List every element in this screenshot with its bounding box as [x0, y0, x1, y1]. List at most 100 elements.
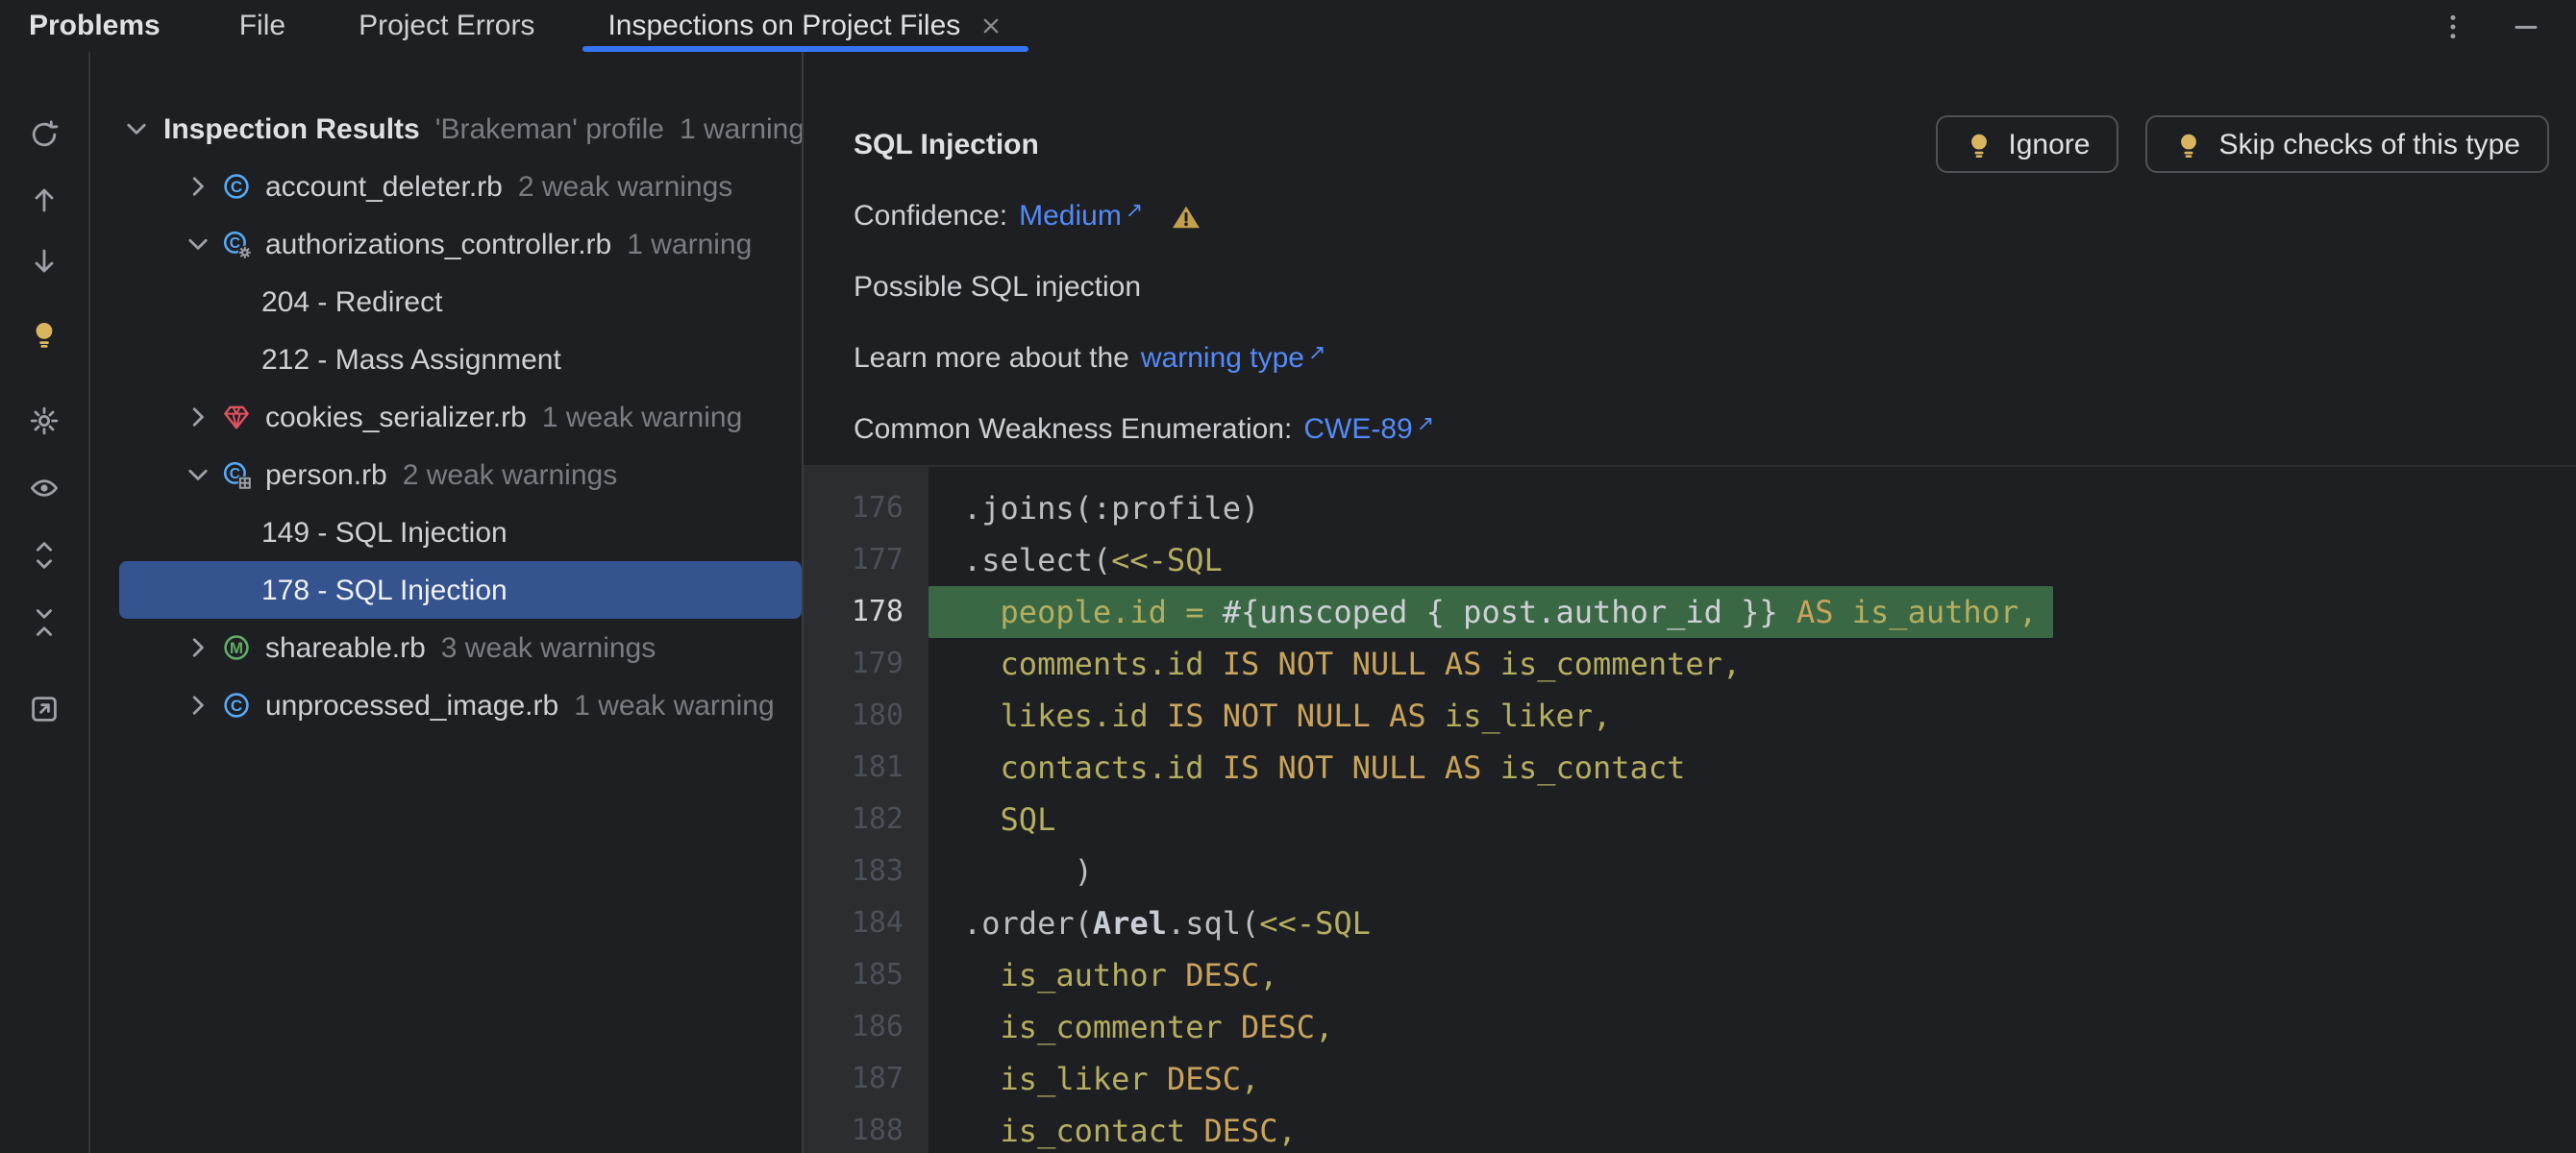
toolbar-collapse-all-button[interactable] — [21, 600, 67, 646]
tree-item-178-sql-injection[interactable]: 178 - SQL Injection — [119, 561, 802, 619]
ignore-button-label: Ignore — [2008, 128, 2091, 160]
inspection-message: Possible SQL injection — [854, 271, 1142, 304]
code-line[interactable]: 188 is_contact DESC, — [804, 1105, 2576, 1153]
external-link-icon: ↗ — [1308, 342, 1326, 365]
line-number: 181 — [851, 749, 904, 784]
file-name: unprocessed_image.rb — [265, 689, 559, 722]
code-line[interactable]: 180 likes.id IS NOT NULL AS is_liker, — [804, 690, 2576, 742]
tool-window-body: Inspection Results 'Brakeman' profile 1 wa… — [0, 52, 2576, 1153]
more-options-button[interactable] — [2430, 3, 2476, 49]
ruby-model-icon: C — [223, 461, 252, 490]
confidence-link[interactable]: Medium ↗ — [1019, 200, 1143, 233]
tree-item-204-redirect[interactable]: 204 - Redirect — [119, 273, 802, 331]
ruby-controller-icon: C — [223, 231, 252, 259]
chevron-down-icon — [188, 238, 208, 250]
tab-file[interactable]: File — [214, 0, 310, 52]
toolbar-expand-all-button[interactable] — [21, 532, 67, 578]
code-text: SQL — [963, 801, 1056, 838]
line-number: 186 — [851, 1009, 904, 1043]
tree-item-cookies-serializer-rb[interactable]: cookies_serializer.rb 1 weak warning — [119, 388, 802, 446]
code-text: likes.id IS NOT NULL AS is_liker, — [963, 698, 1612, 734]
problems-tool-window: Problems File Project Errors Inspections… — [0, 0, 2576, 1153]
warning-item-label: 149 - SQL Injection — [261, 516, 508, 549]
tree-root[interactable]: Inspection Results 'Brakeman' profile 1 wa… — [119, 100, 802, 158]
toolbar-lightbulb-button[interactable] — [21, 311, 67, 357]
warning-item-label: 212 - Mass Assignment — [261, 343, 561, 376]
warning-count: 1 weak warning — [574, 689, 775, 722]
code-line[interactable]: 185 is_author DESC, — [804, 949, 2576, 1001]
weak-warning-icon — [1172, 205, 1200, 228]
code-line[interactable]: 176 .joins(:profile) — [804, 482, 2576, 534]
code-line[interactable]: 177 .select(<<-SQL — [804, 534, 2576, 586]
chevron-right-icon — [192, 638, 204, 657]
inspection-details-header: SQL Injection Ignore Skip checks of this… — [804, 52, 2576, 465]
warning-item-label: 178 - SQL Injection — [261, 574, 508, 606]
tree-item-authorizations-controller-rb[interactable]: Cauthorizations_controller.rb 1 warning — [119, 215, 802, 273]
skip-checks-button[interactable]: Skip checks of this type — [2145, 115, 2549, 173]
code-line[interactable]: 179 comments.id IS NOT NULL AS is_commen… — [804, 638, 2576, 690]
cwe-row: Common Weakness Enumeration: CWE-89 ↗ — [854, 394, 2549, 465]
toolbar-arrow-up-button[interactable] — [21, 177, 67, 223]
toolbar-arrow-down-button[interactable] — [21, 238, 67, 284]
code-line[interactable]: 187 is_liker DESC, — [804, 1053, 2576, 1105]
file-name: cookies_serializer.rb — [265, 401, 527, 433]
tab-label: File — [238, 10, 286, 42]
tree-root-profile: 'Brakeman' profile — [434, 112, 664, 145]
tree-item-212-mass-assignment[interactable]: 212 - Mass Assignment — [119, 331, 802, 388]
external-link-icon: ↗ — [1125, 200, 1144, 223]
code-line[interactable]: 183 ) — [804, 846, 2576, 897]
code-line[interactable]: 178 people.id = #{unscoped { post.author… — [804, 586, 2576, 638]
toolbar-refresh-button[interactable] — [21, 111, 67, 158]
svg-text:C: C — [231, 697, 242, 715]
tool-window-title: Problems — [29, 10, 161, 42]
tab-label: Inspections on Project Files — [607, 10, 961, 42]
svg-text:M: M — [230, 639, 243, 657]
warning-count: 1 warning — [627, 228, 753, 260]
file-name: shareable.rb — [265, 631, 426, 664]
tab-label: Project Errors — [359, 10, 535, 42]
code-text: is_contact DESC, — [963, 1113, 1297, 1149]
tab-close-button[interactable] — [978, 13, 1003, 38]
code-line[interactable]: 184 .order(Arel.sql(<<-SQL — [804, 897, 2576, 949]
tab-project-errors[interactable]: Project Errors — [334, 0, 559, 52]
code-text: comments.id IS NOT NULL AS is_commenter, — [963, 646, 1742, 682]
open-in-editor-icon — [32, 697, 57, 722]
highlighted-code: people.id = #{unscoped { post.author_id … — [929, 586, 2053, 638]
tree-item-149-sql-injection[interactable]: 149 - SQL Injection — [119, 503, 802, 561]
code-text: is_author DESC, — [963, 957, 1278, 994]
line-number: 180 — [851, 698, 904, 732]
cwe-link[interactable]: CWE-89 ↗ — [1303, 413, 1434, 446]
tab-bar: Problems File Project Errors Inspections… — [0, 0, 2576, 52]
hide-tool-window-button[interactable] — [2503, 3, 2549, 49]
arrow-down-icon — [35, 249, 54, 273]
line-number: 182 — [851, 801, 904, 836]
collapse-all-icon — [37, 609, 52, 636]
skip-checks-button-label: Skip checks of this type — [2218, 128, 2521, 160]
toolbar-preview-button[interactable] — [21, 465, 67, 511]
file-name: person.rb — [265, 458, 387, 491]
tab-inspections-on-project-files[interactable]: Inspections on Project Files — [582, 0, 1028, 52]
tree-item-unprocessed-image-rb[interactable]: Cunprocessed_image.rb 1 weak warning — [119, 676, 802, 734]
ruby-class-icon: C — [224, 174, 249, 199]
ignore-button[interactable]: Ignore — [1935, 115, 2119, 173]
toolbar-open-in-editor-button[interactable] — [21, 686, 67, 732]
warning-count: 2 weak warnings — [402, 458, 618, 491]
chevron-right-icon — [192, 407, 204, 427]
ruby-gem-icon — [224, 405, 249, 429]
line-number: 183 — [851, 853, 904, 888]
code-text: .order(Arel.sql(<<-SQL — [963, 905, 1371, 942]
tree-item-person-rb[interactable]: Cperson.rb 2 weak warnings — [119, 446, 802, 503]
toolbar-settings-button[interactable] — [21, 398, 67, 444]
tree-item-shareable-rb[interactable]: Mshareable.rb 3 weak warnings — [119, 619, 802, 676]
tree-item-account-deleter-rb[interactable]: Caccount_deleter.rb 2 weak warnings — [119, 158, 802, 215]
ruby-module-icon: M — [224, 635, 249, 660]
inspection-tree: Inspection Results 'Brakeman' profile 1 wa… — [90, 52, 802, 1153]
preview-icon — [31, 479, 58, 497]
code-line[interactable]: 181 contacts.id IS NOT NULL AS is_contac… — [804, 742, 2576, 794]
arrow-up-icon — [35, 188, 54, 212]
warning-type-link[interactable]: warning type ↗ — [1141, 342, 1326, 375]
line-number: 179 — [851, 646, 904, 680]
code-line[interactable]: 182 SQL — [804, 794, 2576, 846]
code-line[interactable]: 186 is_commenter DESC, — [804, 1001, 2576, 1053]
warning-count: 3 weak warnings — [440, 631, 656, 664]
